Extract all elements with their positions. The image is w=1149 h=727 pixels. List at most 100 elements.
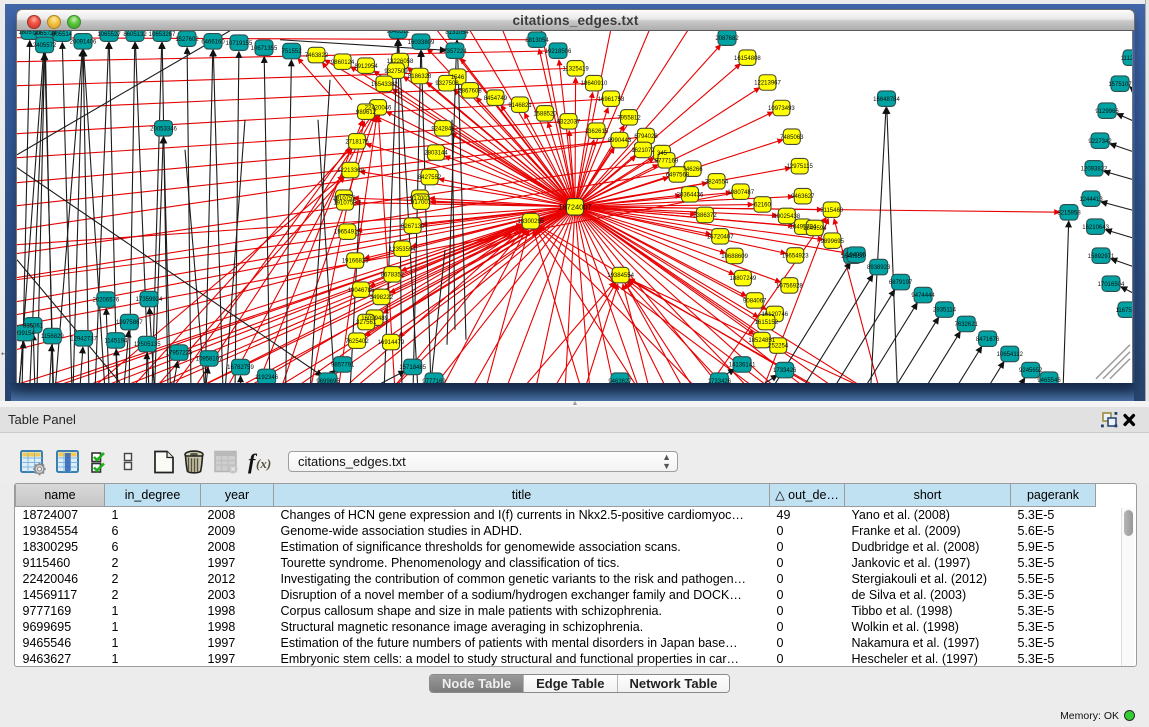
svg-text:16648784: 16648784	[873, 97, 900, 103]
svg-text:8454749: 8454749	[484, 96, 508, 102]
svg-text:16033809: 16033809	[408, 40, 435, 46]
svg-text:164095: 164095	[846, 253, 867, 259]
svg-text:9146821: 9146821	[508, 103, 532, 109]
svg-text:1849594: 1849594	[803, 226, 827, 232]
svg-text:17016504: 17016504	[1098, 282, 1125, 288]
svg-text:9227342: 9227342	[1088, 139, 1112, 145]
svg-text:8813054: 8813054	[525, 38, 549, 44]
svg-text:8938923: 8938923	[867, 265, 891, 271]
svg-text:327561: 327561	[356, 320, 377, 326]
svg-text:10958107: 10958107	[196, 356, 223, 362]
svg-text:13226058: 13226058	[387, 59, 414, 65]
svg-text:7955812: 7955812	[617, 115, 641, 121]
svg-text:9777169: 9777169	[655, 158, 679, 164]
svg-text:18724007: 18724007	[558, 202, 591, 211]
svg-text:62160: 62160	[754, 202, 771, 208]
svg-text:9465546: 9465546	[1037, 378, 1061, 383]
svg-text:252254: 252254	[768, 344, 789, 350]
svg-text:8471676: 8471676	[976, 337, 1000, 343]
svg-text:1065527: 1065527	[97, 32, 121, 38]
svg-text:1621072: 1621072	[631, 148, 655, 154]
svg-text:16120746: 16120746	[761, 312, 788, 318]
svg-text:3824554: 3824554	[705, 179, 729, 185]
svg-text:7386372: 7386372	[693, 213, 717, 219]
svg-text:8678352: 8678352	[381, 272, 405, 278]
svg-text:19166829: 19166829	[342, 259, 369, 265]
svg-text:10653267: 10653267	[149, 32, 176, 38]
svg-text:1733426: 1733426	[773, 368, 797, 374]
svg-text:20091406: 20091406	[70, 39, 97, 45]
svg-text:9084067: 9084067	[743, 298, 767, 304]
svg-text:9463627: 9463627	[791, 194, 815, 200]
svg-text:1527602: 1527602	[175, 37, 199, 43]
svg-text:1910753: 1910753	[333, 200, 357, 206]
svg-text:2867608: 2867608	[458, 88, 482, 94]
svg-text:9463627: 9463627	[608, 379, 632, 383]
svg-text:19218506: 19218506	[545, 49, 572, 55]
svg-text:8186328: 8186328	[408, 74, 432, 80]
svg-text:9777169: 9777169	[422, 379, 446, 383]
svg-text:989612: 989612	[356, 110, 377, 116]
svg-text:9327508: 9327508	[435, 81, 459, 87]
svg-text:1156829: 1156829	[41, 334, 65, 340]
svg-text:8912954: 8912954	[354, 64, 378, 70]
svg-text:12213369: 12213369	[337, 168, 364, 174]
svg-text:1546: 1546	[451, 75, 465, 81]
svg-text:10025438: 10025438	[773, 214, 800, 220]
svg-text:10807487: 10807487	[727, 190, 754, 196]
svg-text:9046512: 9046512	[386, 31, 410, 35]
svg-text:12505135: 12505135	[134, 342, 161, 348]
svg-text:12213967: 12213967	[754, 81, 781, 87]
svg-text:6466160: 6466160	[201, 39, 225, 45]
svg-text:16782759: 16782759	[227, 365, 254, 371]
svg-text:18640910: 18640910	[581, 81, 608, 87]
svg-text:17957225: 17957225	[166, 351, 193, 357]
svg-text:1192346: 1192346	[255, 375, 279, 381]
svg-text:10671355: 10671355	[251, 46, 278, 52]
svg-text:16154808: 16154808	[734, 56, 761, 62]
svg-text:19046786: 19046786	[348, 288, 375, 294]
svg-text:16961758: 16961758	[598, 97, 625, 103]
svg-text:917001: 917001	[411, 200, 432, 206]
svg-text:15892971: 15892971	[1088, 254, 1115, 260]
svg-text:9129966: 9129966	[1095, 109, 1119, 115]
svg-text:8131054: 8131054	[445, 31, 469, 36]
svg-text:6497568: 6497568	[666, 172, 690, 178]
svg-text:12353594: 12353594	[389, 247, 416, 253]
svg-text:1588520: 1588520	[533, 111, 557, 117]
svg-text:9699695: 9699695	[316, 379, 340, 383]
svg-text:1167533: 1167533	[1116, 308, 1133, 314]
svg-text:8427552: 8427552	[418, 175, 442, 181]
svg-text:9474444: 9474444	[911, 293, 935, 299]
svg-text:3498222: 3498222	[370, 295, 394, 301]
svg-text:9899695: 9899695	[821, 239, 845, 245]
svg-text:8322037: 8322037	[557, 119, 581, 125]
svg-text:2405572: 2405572	[33, 43, 57, 49]
svg-text:10756928: 10756928	[776, 283, 803, 289]
svg-text:1575107: 1575107	[1108, 82, 1132, 88]
svg-text:7632621: 7632621	[955, 322, 979, 328]
svg-text:2803144: 2803144	[424, 151, 448, 157]
svg-text:12942737: 12942737	[70, 336, 97, 342]
svg-text:345: 345	[657, 151, 668, 157]
svg-text:10973493: 10973493	[768, 106, 795, 112]
svg-text:20206576: 20206576	[93, 298, 120, 304]
svg-text:1244413: 1244413	[1079, 197, 1103, 203]
svg-text:14136141: 14136141	[729, 362, 756, 368]
svg-text:15720407: 15720407	[707, 234, 734, 240]
svg-text:16543382: 16543382	[371, 82, 398, 88]
svg-text:16210643: 16210643	[1082, 225, 1109, 231]
svg-text:2935114: 2935114	[933, 308, 957, 314]
svg-text:20364436: 20364436	[677, 192, 704, 198]
svg-text:18300295: 18300295	[517, 219, 544, 225]
svg-text:10719155: 10719155	[226, 41, 253, 47]
svg-text:9857791: 9857791	[331, 362, 355, 368]
svg-text:1112045: 1112045	[1121, 56, 1133, 62]
svg-text:9242848: 9242848	[431, 126, 455, 132]
svg-text:17359924: 17359924	[136, 297, 163, 303]
svg-text:8215958: 8215958	[1057, 210, 1081, 216]
svg-text:12975115: 12975115	[787, 164, 814, 170]
svg-text:2718176: 2718176	[345, 139, 369, 145]
svg-text:6879197: 6879197	[889, 280, 913, 286]
svg-text:16914479: 16914479	[378, 340, 405, 346]
